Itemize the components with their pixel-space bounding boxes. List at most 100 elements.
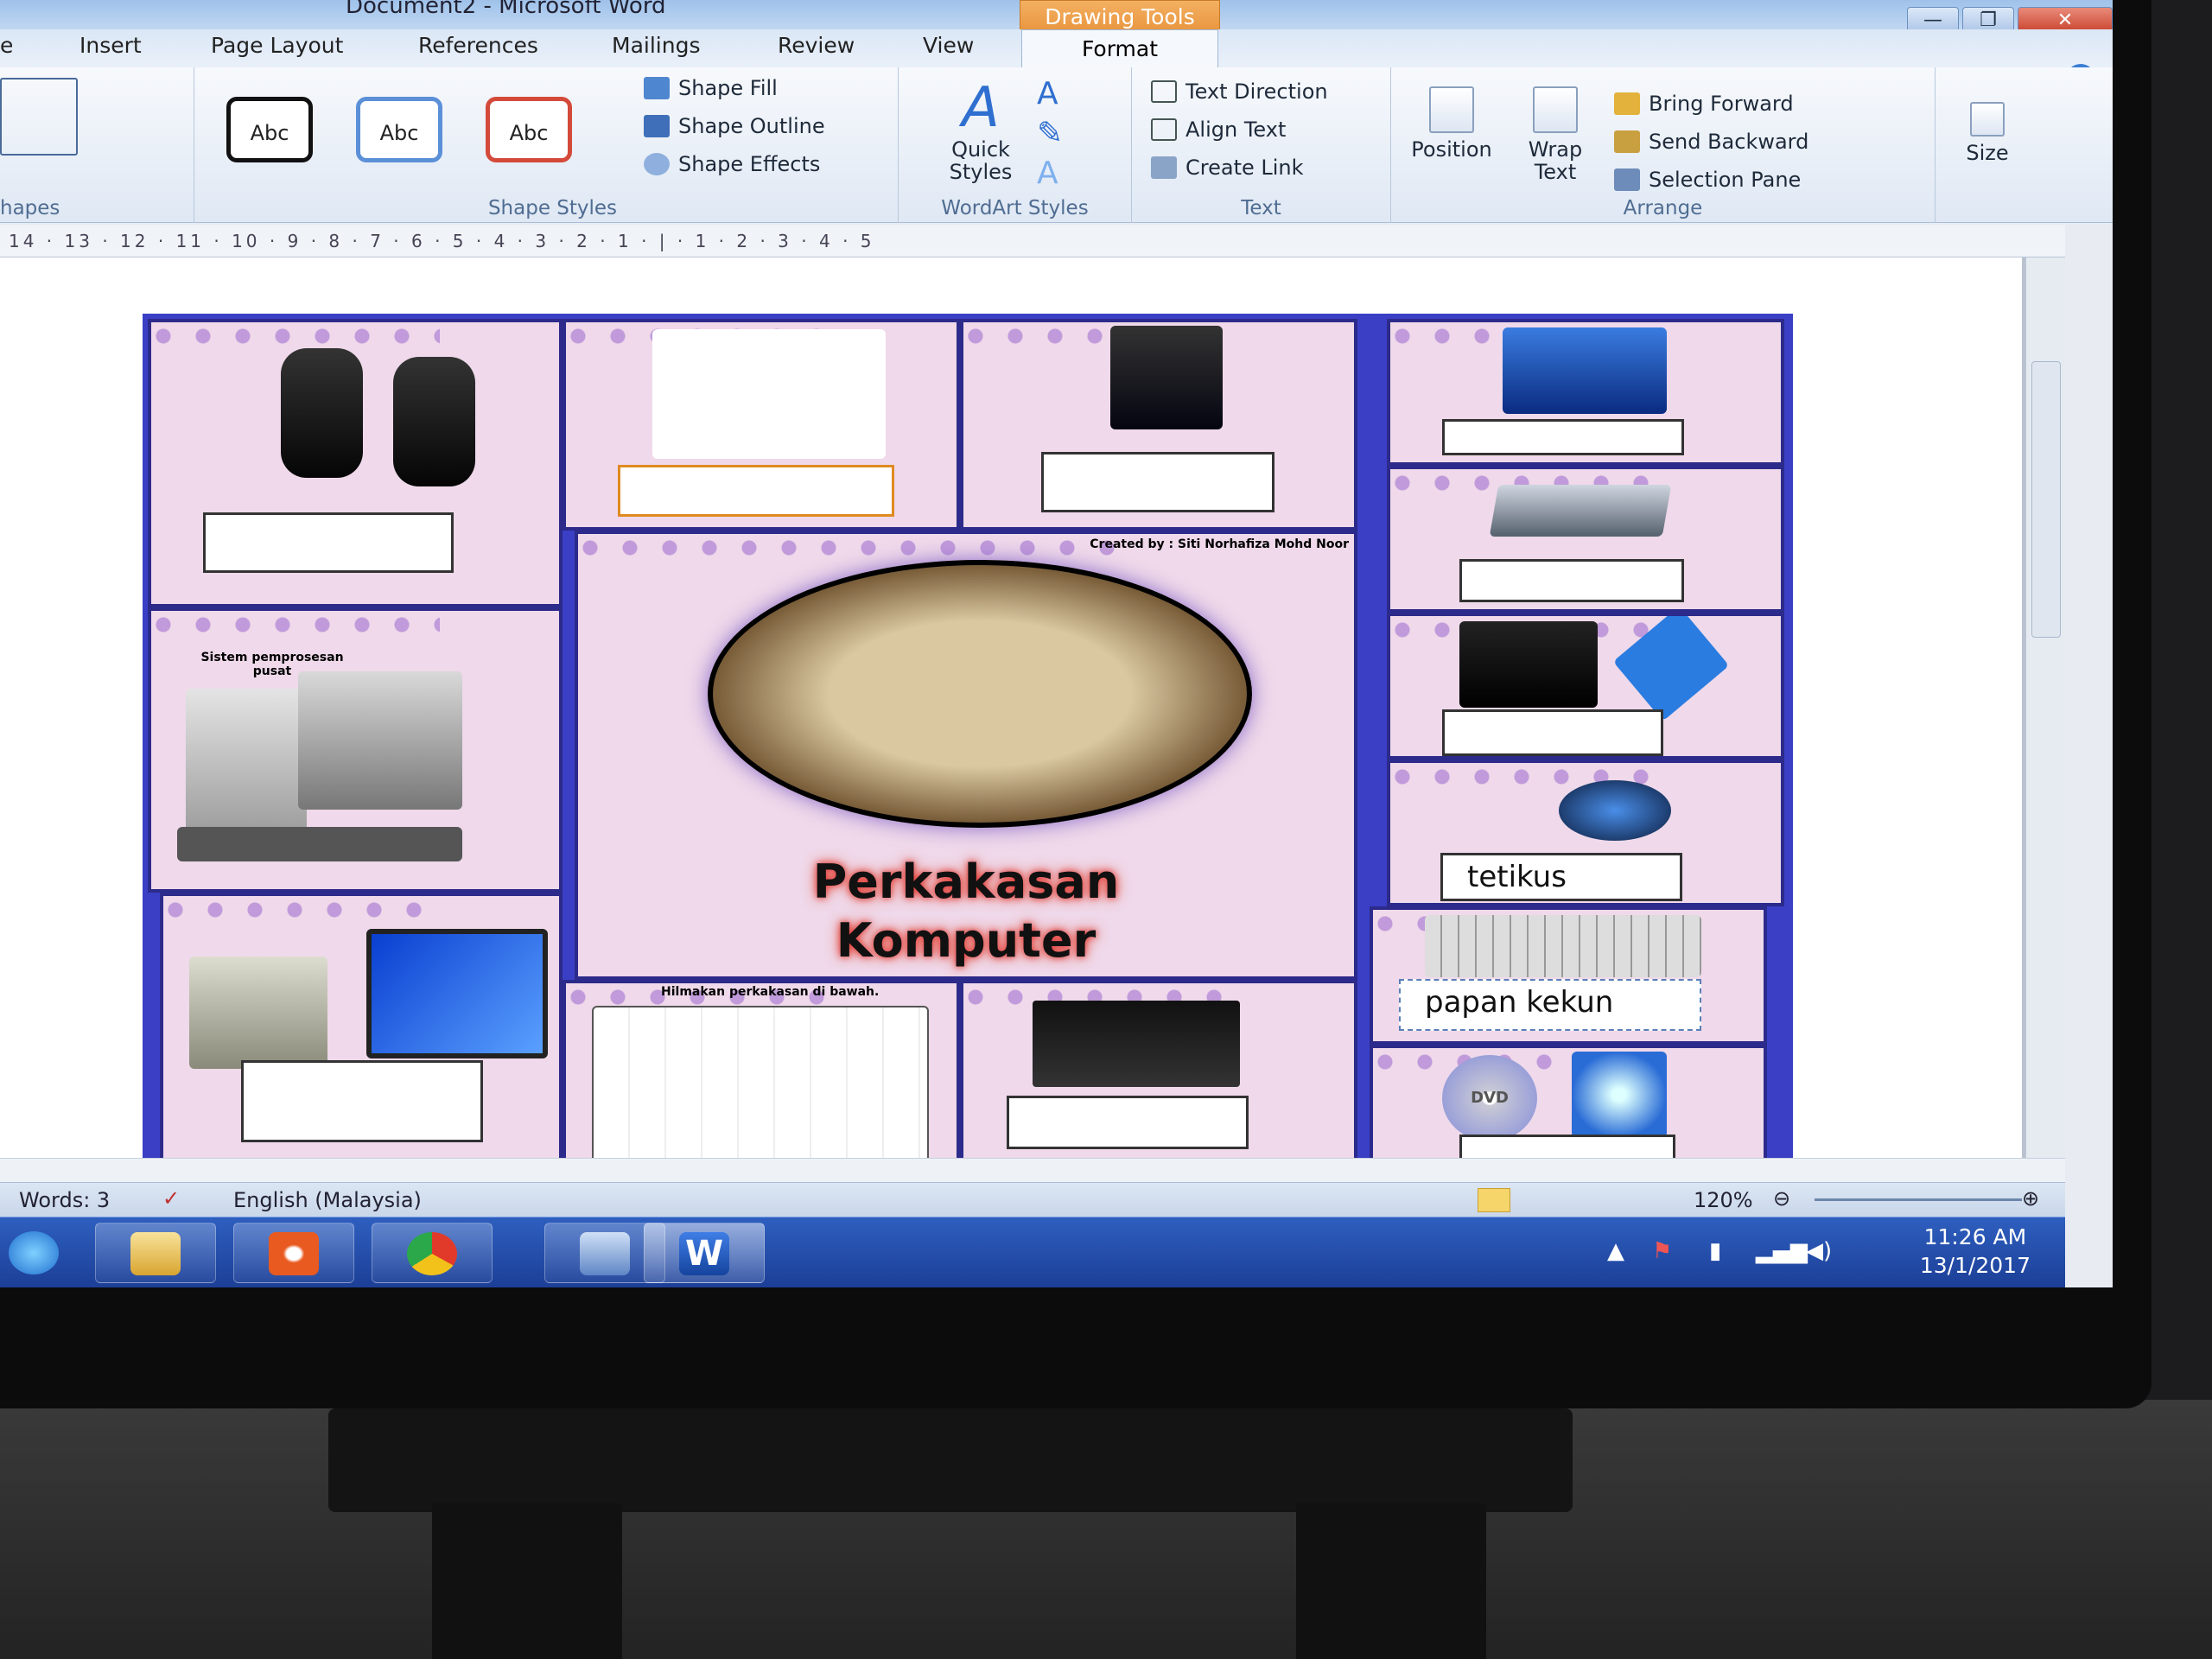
- cell-keyboard[interactable]: papan kekun: [1370, 906, 1767, 1045]
- cell-cd-dvd[interactable]: DVD: [1370, 1045, 1767, 1169]
- headset-image: [652, 329, 886, 459]
- answer-box-flat-screen[interactable]: [1007, 1096, 1249, 1149]
- explorer-button[interactable]: [95, 1223, 216, 1283]
- answer-box-cpu[interactable]: [1041, 452, 1274, 512]
- group-size: Size: [1936, 67, 2039, 223]
- zoom-slider[interactable]: [1815, 1198, 2022, 1201]
- cell-speakers[interactable]: [148, 319, 563, 607]
- align-text-button[interactable]: Align Text: [1151, 118, 1286, 142]
- flower-border: [155, 326, 441, 348]
- mouse-answer-field[interactable]: tetikus: [1440, 853, 1682, 901]
- align-text-icon: [1151, 118, 1177, 141]
- cell-mouse[interactable]: tetikus: [1387, 760, 1784, 906]
- tab-insert[interactable]: Insert: [79, 33, 142, 58]
- link-icon: [1151, 156, 1177, 179]
- arrange-label: Arrange: [1623, 197, 1703, 219]
- zoom-in-icon[interactable]: ⊕: [2022, 1186, 2039, 1211]
- horizontal-scrollbar[interactable]: [0, 1158, 2065, 1184]
- text-outline-icon[interactable]: ✎: [1037, 116, 1063, 151]
- speaker-left-image: [281, 348, 363, 478]
- tab-format[interactable]: Format: [1021, 29, 1218, 69]
- text-fill-icon[interactable]: A: [1037, 76, 1058, 111]
- clock[interactable]: 11:26 AM 13/1/2017: [1920, 1223, 2031, 1280]
- chrome-button[interactable]: [372, 1223, 493, 1283]
- word-count[interactable]: Words: 3: [19, 1188, 110, 1212]
- tab-view[interactable]: View: [923, 33, 974, 58]
- shape-outline-button[interactable]: Shape Outline: [644, 114, 825, 138]
- answer-box-floppy[interactable]: [1442, 709, 1663, 756]
- proofing-icon[interactable]: ✓: [162, 1186, 180, 1211]
- tab-file[interactable]: e: [0, 33, 13, 58]
- tab-page-layout[interactable]: Page Layout: [211, 33, 343, 58]
- shape-effects-button[interactable]: Shape Effects: [644, 152, 820, 176]
- language-indicator[interactable]: English (Malaysia): [233, 1188, 422, 1212]
- vertical-scrollbar[interactable]: [2025, 257, 2065, 1158]
- tab-review[interactable]: Review: [778, 33, 855, 58]
- tab-references[interactable]: References: [418, 33, 538, 58]
- size-icon: [1970, 102, 2005, 137]
- keyboard-answer-field[interactable]: papan kekun: [1399, 979, 1701, 1031]
- media-player-button[interactable]: [233, 1223, 354, 1283]
- horizontal-ruler[interactable]: 14 · 13 · 12 · 11 · 10 · 9 · 8 · 7 · 6 ·…: [0, 225, 2065, 257]
- text-direction-button[interactable]: Text Direction: [1151, 79, 1328, 104]
- speaker-right-image: [393, 357, 475, 486]
- show-hidden-icons[interactable]: ▲: [1607, 1238, 1624, 1264]
- shape-style-red[interactable]: Abc: [486, 97, 572, 162]
- selection-pane-button[interactable]: Selection Pane: [1614, 168, 1801, 192]
- answer-box-printer[interactable]: [1442, 419, 1684, 455]
- scroll-thumb[interactable]: [2031, 361, 2061, 638]
- clock-time: 11:26 AM: [1923, 1224, 2027, 1249]
- worksheet: Sistem pemprosesan pusat Created by: Si…: [143, 314, 1793, 1169]
- cell-printer[interactable]: [1387, 319, 1784, 466]
- paint-bucket-icon: [644, 77, 670, 99]
- cell-diagram[interactable]: Hilmakan perkakasan di bawah.: [563, 980, 960, 1169]
- shapes-gallery-icon[interactable]: [0, 78, 78, 156]
- computer-set-photo: [708, 560, 1252, 828]
- wrap-text-icon: [1533, 86, 1578, 133]
- answer-box-headset[interactable]: [618, 465, 894, 517]
- answer-box-speakers[interactable]: [203, 512, 454, 573]
- flower-border: [582, 537, 1125, 560]
- taskbar: W ▲ ⚑ ▮ ▂▄▆ ◀) 11:26 AM 13/1/2017: [0, 1217, 2065, 1287]
- tab-mailings[interactable]: Mailings: [612, 33, 700, 58]
- cell-floppy[interactable]: [1387, 613, 1784, 760]
- cell-scanner[interactable]: [1387, 466, 1784, 613]
- answer-box-monitors[interactable]: [241, 1060, 483, 1142]
- cell-computer-system[interactable]: Sistem pemprosesan pusat: [148, 607, 563, 893]
- dvd-disc-image: DVD: [1442, 1055, 1537, 1141]
- network-signal-icon[interactable]: ▂▄▆: [1756, 1238, 1808, 1264]
- selection-pane-icon: [1614, 168, 1640, 191]
- zoom-out-icon[interactable]: ⊖: [1773, 1186, 1790, 1211]
- shape-style-blue[interactable]: Abc: [356, 97, 442, 162]
- cell-flat-screen[interactable]: [960, 980, 1357, 1169]
- print-layout-icon[interactable]: [1478, 1188, 1510, 1212]
- shape-style-black[interactable]: Abc: [226, 97, 313, 162]
- wrap-text-button[interactable]: Wrap Text: [1512, 86, 1599, 183]
- volume-icon[interactable]: ◀): [1806, 1238, 1832, 1264]
- internet-explorer-button[interactable]: [0, 1223, 86, 1283]
- action-center-flag-icon[interactable]: ⚑: [1652, 1238, 1672, 1264]
- create-link-button[interactable]: Create Link: [1151, 156, 1304, 180]
- credit-text: Created by : Siti Norhafiza Mohd Noor: [1090, 537, 1349, 551]
- cell-monitors[interactable]: [160, 893, 563, 1169]
- zoom-level[interactable]: 120%: [1694, 1188, 1753, 1212]
- shape-fill-button[interactable]: Shape Fill: [644, 76, 778, 100]
- answer-box-scanner[interactable]: [1459, 559, 1684, 602]
- position-button[interactable]: Position: [1400, 86, 1503, 161]
- cell-headset[interactable]: [563, 319, 960, 531]
- internet-explorer-icon: [9, 1231, 59, 1274]
- labelled-diagram-image: [592, 1006, 929, 1166]
- battery-icon[interactable]: ▮: [1709, 1238, 1721, 1264]
- wordart-a-icon: A: [962, 76, 1000, 140]
- cell-cpu-case[interactable]: [960, 319, 1357, 531]
- size-button[interactable]: Size: [1944, 102, 2031, 164]
- send-backward-button[interactable]: Send Backward: [1614, 130, 1808, 154]
- bring-forward-icon: [1614, 92, 1640, 115]
- bring-forward-button[interactable]: Bring Forward: [1614, 92, 1794, 116]
- quick-styles-button[interactable]: A Quick Styles: [933, 78, 1028, 183]
- word-button[interactable]: W: [644, 1223, 765, 1283]
- stand-leg-right: [1296, 1503, 1486, 1659]
- flower-border: [155, 614, 441, 637]
- text-effects-icon[interactable]: A: [1037, 156, 1058, 191]
- group-insert-shapes: hapes: [0, 67, 194, 223]
